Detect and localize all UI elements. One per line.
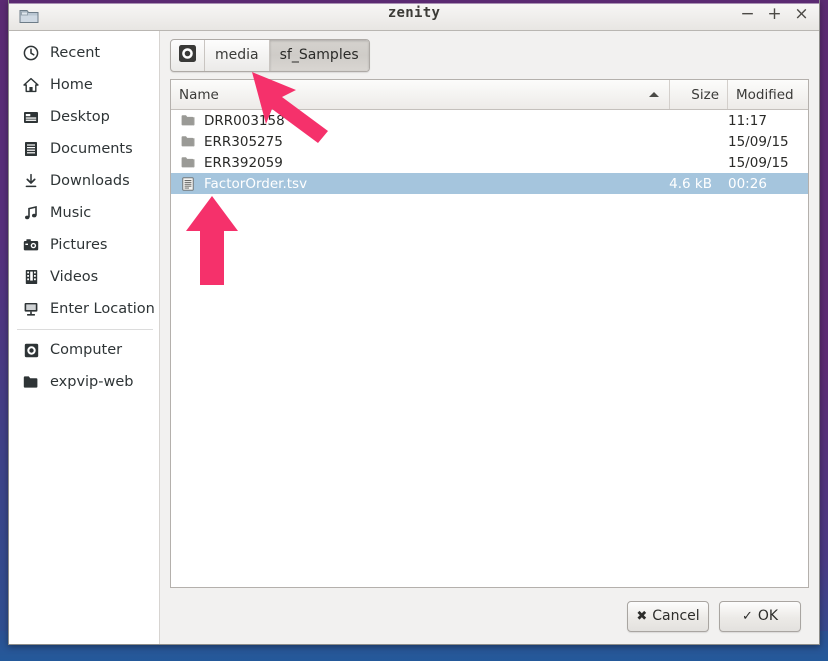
- table-row[interactable]: ERR392059 15/09/15: [171, 152, 808, 173]
- cancel-button-label: Cancel: [652, 608, 700, 624]
- sidebar-item-label: Music: [50, 205, 92, 221]
- sidebar-item-label: Pictures: [50, 237, 108, 253]
- file-list-header: Name Size Modified: [171, 80, 808, 110]
- sidebar-item-computer[interactable]: Computer: [9, 334, 159, 366]
- sidebar-item-music[interactable]: Music: [9, 197, 159, 229]
- minimize-button[interactable]: −: [739, 4, 756, 24]
- column-header-name[interactable]: Name: [171, 80, 670, 109]
- file-modified-cell: 15/09/15: [728, 154, 789, 171]
- sidebar-item-label: Computer: [50, 342, 123, 358]
- file-list-rows: DRR003158 11:17 ERR305275 15/09/15 ERR39…: [171, 110, 808, 587]
- breadcrumb-item-root[interactable]: [171, 39, 205, 71]
- clock-icon: [20, 44, 42, 62]
- zenity-file-chooser-window: zenity − + × Recent Home Desktop Documen…: [8, 0, 820, 645]
- column-header-modified-label: Modified: [736, 86, 794, 103]
- file-modified-cell: 00:26: [728, 175, 767, 192]
- file-name-label: ERR392059: [204, 154, 283, 171]
- table-row[interactable]: DRR003158 11:17: [171, 110, 808, 131]
- maximize-button[interactable]: +: [766, 4, 783, 24]
- camera-icon: [20, 236, 42, 254]
- window-title: zenity: [387, 5, 441, 21]
- table-row[interactable]: FactorOrder.tsv 4.6 kB 00:26: [171, 173, 808, 194]
- monitor-icon: [20, 300, 42, 318]
- ok-button-label: OK: [757, 608, 779, 624]
- sidebar-item-desktop[interactable]: Desktop: [9, 101, 159, 133]
- documents-icon: [20, 140, 42, 158]
- sidebar-item-label: Home: [50, 77, 93, 93]
- check-icon: ✓: [741, 608, 753, 624]
- drive-icon: [178, 44, 197, 67]
- file-name-label: FactorOrder.tsv: [204, 175, 308, 192]
- file-modified-cell: 11:17: [728, 112, 767, 129]
- sidebar-item-label: Videos: [50, 269, 99, 285]
- column-header-name-label: Name: [179, 86, 219, 103]
- close-button[interactable]: ×: [793, 4, 810, 24]
- sort-ascending-icon: [649, 92, 659, 97]
- sidebar-item-label: Documents: [50, 141, 133, 157]
- breadcrumb-item-media[interactable]: media: [205, 39, 270, 71]
- file-name-cell: FactorOrder.tsv: [171, 176, 654, 192]
- folder-icon: [179, 114, 197, 127]
- file-size-cell: 4.6 kB: [669, 175, 712, 192]
- file-name-cell: ERR392059: [171, 155, 654, 171]
- folder-icon: [20, 373, 42, 391]
- sidebar-item-label: Enter Location: [50, 301, 155, 317]
- sidebar-separator: [17, 329, 153, 330]
- breadcrumb: media sf_Samples: [170, 38, 370, 72]
- file-name-label: ERR305275: [204, 133, 283, 150]
- table-row[interactable]: ERR305275 15/09/15: [171, 131, 808, 152]
- dialog-action-bar: ✖ Cancel ✓ OK: [160, 588, 819, 644]
- file-modified-cell: 15/09/15: [728, 133, 789, 150]
- file-name-cell: DRR003158: [171, 113, 654, 129]
- ok-button[interactable]: ✓ OK: [719, 600, 801, 632]
- window-controls: − + ×: [739, 4, 810, 24]
- file-name-label: DRR003158: [204, 112, 285, 129]
- cancel-button[interactable]: ✖ Cancel: [627, 600, 709, 632]
- sidebar-item-label: Desktop: [50, 109, 110, 125]
- sidebar-item-pictures[interactable]: Pictures: [9, 229, 159, 261]
- column-header-size-label: Size: [691, 86, 719, 103]
- drive-icon: [20, 341, 42, 359]
- home-icon: [20, 76, 42, 94]
- dialog-body: Recent Home Desktop Documents Downloads …: [9, 31, 819, 644]
- sidebar-item-expvip-web[interactable]: expvip-web: [9, 366, 159, 398]
- document-icon: [179, 176, 197, 191]
- file-chooser-pane: media sf_Samples Name Size Modified DRR0…: [160, 31, 819, 644]
- sidebar-item-downloads[interactable]: Downloads: [9, 165, 159, 197]
- sidebar-item-home[interactable]: Home: [9, 69, 159, 101]
- column-header-size[interactable]: Size: [670, 80, 728, 109]
- sidebar-item-label: expvip-web: [50, 374, 134, 390]
- download-icon: [20, 172, 42, 190]
- sidebar-item-label: Downloads: [50, 173, 130, 189]
- places-sidebar: Recent Home Desktop Documents Downloads …: [9, 31, 160, 644]
- breadcrumb-item-sf-samples[interactable]: sf_Samples: [269, 39, 369, 71]
- sidebar-item-videos[interactable]: Videos: [9, 261, 159, 293]
- column-header-modified[interactable]: Modified: [728, 80, 808, 109]
- music-note-icon: [20, 204, 42, 222]
- film-icon: [20, 268, 42, 286]
- path-bar: media sf_Samples: [160, 31, 819, 79]
- sidebar-item-documents[interactable]: Documents: [9, 133, 159, 165]
- file-list: Name Size Modified DRR003158 11:17 ERR30…: [170, 79, 809, 588]
- sidebar-item-enter-location[interactable]: Enter Location: [9, 293, 159, 325]
- folder-icon: [179, 135, 197, 148]
- sidebar-item-recent[interactable]: Recent: [9, 37, 159, 69]
- desktop-icon: [20, 108, 42, 126]
- sidebar-item-label: Recent: [50, 45, 101, 61]
- folder-icon: [179, 156, 197, 169]
- file-name-cell: ERR305275: [171, 134, 654, 150]
- close-icon: ✖: [636, 608, 648, 624]
- window-titlebar: zenity − + ×: [9, 0, 819, 31]
